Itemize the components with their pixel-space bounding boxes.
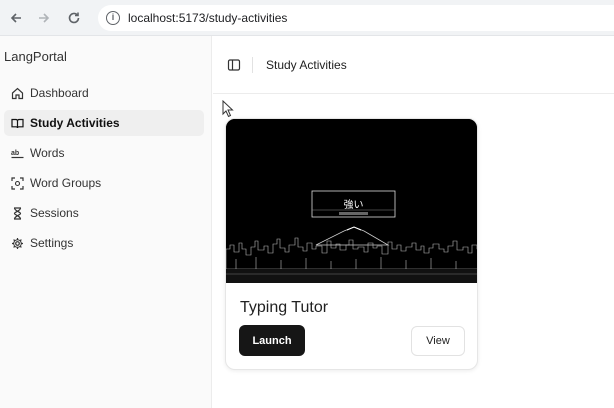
app-brand[interactable]: LangPortal	[4, 49, 67, 64]
address-bar-url: localhost:5173/study-activities	[128, 11, 288, 25]
activity-card: 強い Typing Tutor Launch View	[225, 118, 478, 370]
word-groups-icon	[10, 176, 24, 190]
activity-title: Typing Tutor	[240, 299, 329, 316]
page-header: Study Activities	[213, 36, 614, 94]
home-icon	[10, 86, 24, 100]
breadcrumb-title: Study Activities	[266, 58, 347, 72]
sidebar-item-settings[interactable]: Settings	[4, 230, 204, 256]
hourglass-icon	[10, 206, 24, 220]
header-divider	[252, 57, 253, 73]
sidebar-item-label: Dashboard	[30, 86, 89, 100]
sidebar-item-word-groups[interactable]: Word Groups	[4, 170, 204, 196]
sidebar-item-label: Study Activities	[30, 116, 120, 130]
address-bar[interactable]: i localhost:5173/study-activities	[98, 5, 614, 31]
mouse-cursor-icon	[222, 99, 234, 118]
site-info-icon[interactable]: i	[106, 11, 120, 25]
reload-icon[interactable]	[64, 8, 84, 28]
book-open-icon	[10, 116, 24, 130]
launch-button[interactable]: Launch	[239, 325, 305, 356]
sidebar-item-label: Words	[30, 146, 65, 160]
sidebar: LangPortal Dashboard Study Activities ab…	[0, 36, 212, 408]
sidebar-item-words[interactable]: ab Words	[4, 140, 204, 166]
sidebar-item-study-activities[interactable]: Study Activities	[4, 110, 204, 136]
activity-thumbnail[interactable]: 強い	[226, 119, 477, 283]
gear-icon	[10, 236, 24, 250]
forward-arrow-icon[interactable]	[34, 8, 54, 28]
sidebar-item-label: Word Groups	[30, 176, 102, 190]
sidebar-item-dashboard[interactable]: Dashboard	[4, 80, 204, 106]
whole-word-icon: ab	[10, 146, 24, 160]
sidebar-item-label: Settings	[30, 236, 74, 250]
sidebar-toggle-icon[interactable]	[227, 58, 241, 72]
sidebar-item-sessions[interactable]: Sessions	[4, 200, 204, 226]
thumbnail-word: 強い	[344, 198, 364, 211]
svg-text:ab: ab	[11, 150, 19, 157]
sidebar-item-label: Sessions	[30, 206, 79, 220]
view-button[interactable]: View	[411, 326, 465, 356]
browser-toolbar: i localhost:5173/study-activities	[0, 0, 614, 36]
back-arrow-icon[interactable]	[6, 8, 26, 28]
